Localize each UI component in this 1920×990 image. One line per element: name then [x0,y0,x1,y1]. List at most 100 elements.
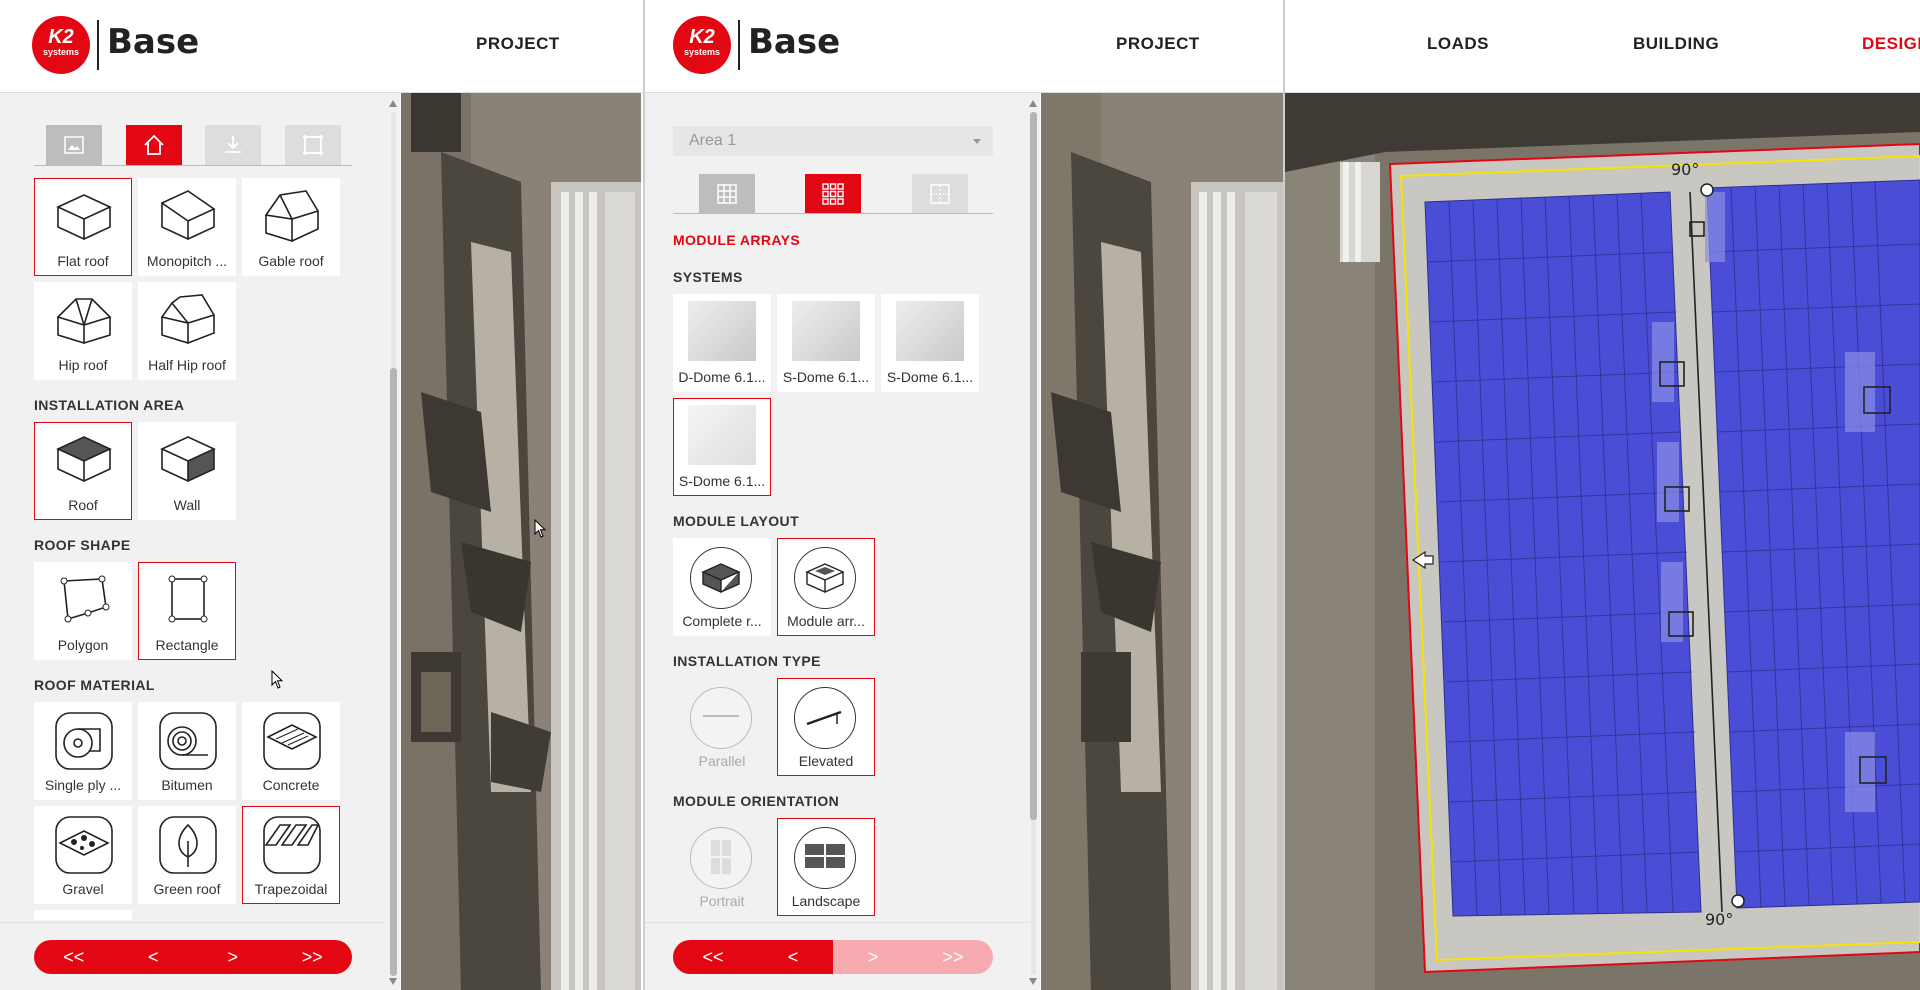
tile-system-d-dome[interactable]: D-Dome 6.1... [673,294,771,392]
area-select-value: Area 1 [689,132,737,149]
wall-area-icon [160,436,216,483]
tile-portrait[interactable]: Portrait [673,818,771,916]
tile-wall[interactable]: Wall [138,422,236,520]
nav-project[interactable]: PROJECT [1116,34,1200,54]
tile-label: Gravel [62,881,104,897]
panel-design-view: LOADS BUILDING DESIGN [1285,0,1920,990]
pager-prev[interactable]: < [753,940,833,974]
tile-green-roof[interactable]: Green roof [138,806,236,904]
section-title-module-orientation: MODULE ORIENTATION [673,793,840,809]
tile-gable-roof[interactable]: Gable roof [242,178,340,276]
tab-module-grid[interactable] [805,174,861,214]
tile-system-s-dome-2[interactable]: S-Dome 6.1... [881,294,979,392]
tile-system-s-dome-3[interactable]: S-Dome 6.1... [673,398,771,496]
pager-prev[interactable]: < [113,940,193,974]
bitumen-icon [159,712,217,770]
single-ply-icon [55,712,113,770]
tile-roof[interactable]: Roof [34,422,132,520]
sidebar-scrollbar[interactable] [1028,100,1038,985]
aerial-map-view[interactable] [401,92,641,990]
tab-frame[interactable] [285,125,341,165]
pager-next[interactable]: > [193,940,273,974]
monopitch-roof-icon [160,190,216,241]
tile-label: Rectangle [155,637,219,653]
tile-parallel[interactable]: Parallel [673,678,771,776]
app-header: K2 systems Base PROJECT [0,0,643,93]
tile-hip-roof[interactable]: Hip roof [34,282,132,380]
concrete-icon [263,712,321,770]
section-title-roof-shape: ROOF SHAPE [34,537,131,553]
tile-trapezoidal[interactable]: Trapezoidal [242,806,340,904]
k2-logo: K2 systems [673,16,731,74]
system-thumbnail [792,301,860,361]
module-array-right[interactable] [1705,179,1920,909]
sidebar-scrollbar[interactable] [388,100,398,985]
tile-polygon[interactable]: Polygon [34,562,132,660]
tile-rectangle[interactable]: Rectangle [138,562,236,660]
module-array-icon [794,547,856,609]
tile-half-hip-roof[interactable]: Half Hip roof [138,282,236,380]
scroll-up-arrow[interactable] [389,100,397,107]
chevron-down-icon [973,139,981,144]
parallel-icon [690,687,752,749]
portrait-icon [690,827,752,889]
resize-arrow-icon[interactable] [1413,554,1435,576]
tile-flat-roof[interactable]: Flat roof [34,178,132,276]
tile-partial [34,910,132,920]
sidebar: Area 1 MODULE ARRAYS SYSTEMS D-Dome 6.1.… [645,92,1040,990]
tile-bitumen[interactable]: Bitumen [138,702,236,800]
tile-label: Parallel [698,753,746,769]
frame-icon [303,135,323,155]
logo-subtext: systems [683,47,721,57]
gable-roof-icon [264,190,320,243]
scroll-up-arrow[interactable] [1029,100,1037,107]
tile-label: Green roof [153,881,221,897]
design-canvas[interactable]: 90° 90° [1285,92,1920,990]
nav-building[interactable]: BUILDING [1633,34,1719,54]
nav-loads[interactable]: LOADS [1427,34,1489,54]
section-title-roof-material: ROOF MATERIAL [34,677,155,693]
tile-label: Wall [173,497,201,513]
download-icon [225,136,241,153]
pager-first[interactable]: << [673,940,753,974]
module-array-left[interactable] [1424,191,1702,917]
scroll-thumb[interactable] [1030,112,1037,820]
scroll-thumb[interactable] [390,368,397,976]
nav-project[interactable]: PROJECT [476,34,560,54]
tile-concrete[interactable]: Concrete [242,702,340,800]
tile-landscape[interactable]: Landscape [777,818,875,916]
tile-module-array[interactable]: Module arr... [777,538,875,636]
tile-label: Trapezoidal [254,881,328,897]
tile-monopitch-roof[interactable]: Monopitch ... [138,178,236,276]
nav-design[interactable]: DESIGN [1862,34,1920,54]
tab-image[interactable] [46,125,102,165]
scroll-down-arrow[interactable] [1029,978,1037,985]
pager-next[interactable]: > [833,940,913,974]
pager-first[interactable]: << [34,940,114,974]
tile-single-ply[interactable]: Single ply ... [34,702,132,800]
k2-logo: K2 systems [32,16,90,74]
tile-label: Concrete [262,777,320,793]
tab-house[interactable] [126,125,182,165]
tile-gravel[interactable]: Gravel [34,806,132,904]
tile-label: S-Dome 6.1... [782,369,870,385]
tab-split-grid[interactable] [912,174,968,214]
tab-grid[interactable] [699,174,755,214]
system-thumbnail [896,301,964,361]
tile-system-s-dome-1[interactable]: S-Dome 6.1... [777,294,875,392]
tab-download[interactable] [205,125,261,165]
hip-roof-icon [56,298,112,345]
tile-complete-roof[interactable]: Complete r... [673,538,771,636]
tile-label: Gable roof [258,253,324,269]
house-icon [144,134,164,155]
vertex-handle-top[interactable] [1700,183,1714,197]
aerial-map-view[interactable] [1041,92,1283,990]
pager-last[interactable]: >> [272,940,352,974]
section-title-systems: SYSTEMS [673,269,743,285]
pager-last[interactable]: >> [913,940,993,974]
area-select[interactable]: Area 1 [673,126,993,156]
tile-label: Complete r... [682,613,762,629]
vertex-handle-bottom[interactable] [1731,894,1745,908]
tile-elevated[interactable]: Elevated [777,678,875,776]
scroll-down-arrow[interactable] [389,978,397,985]
